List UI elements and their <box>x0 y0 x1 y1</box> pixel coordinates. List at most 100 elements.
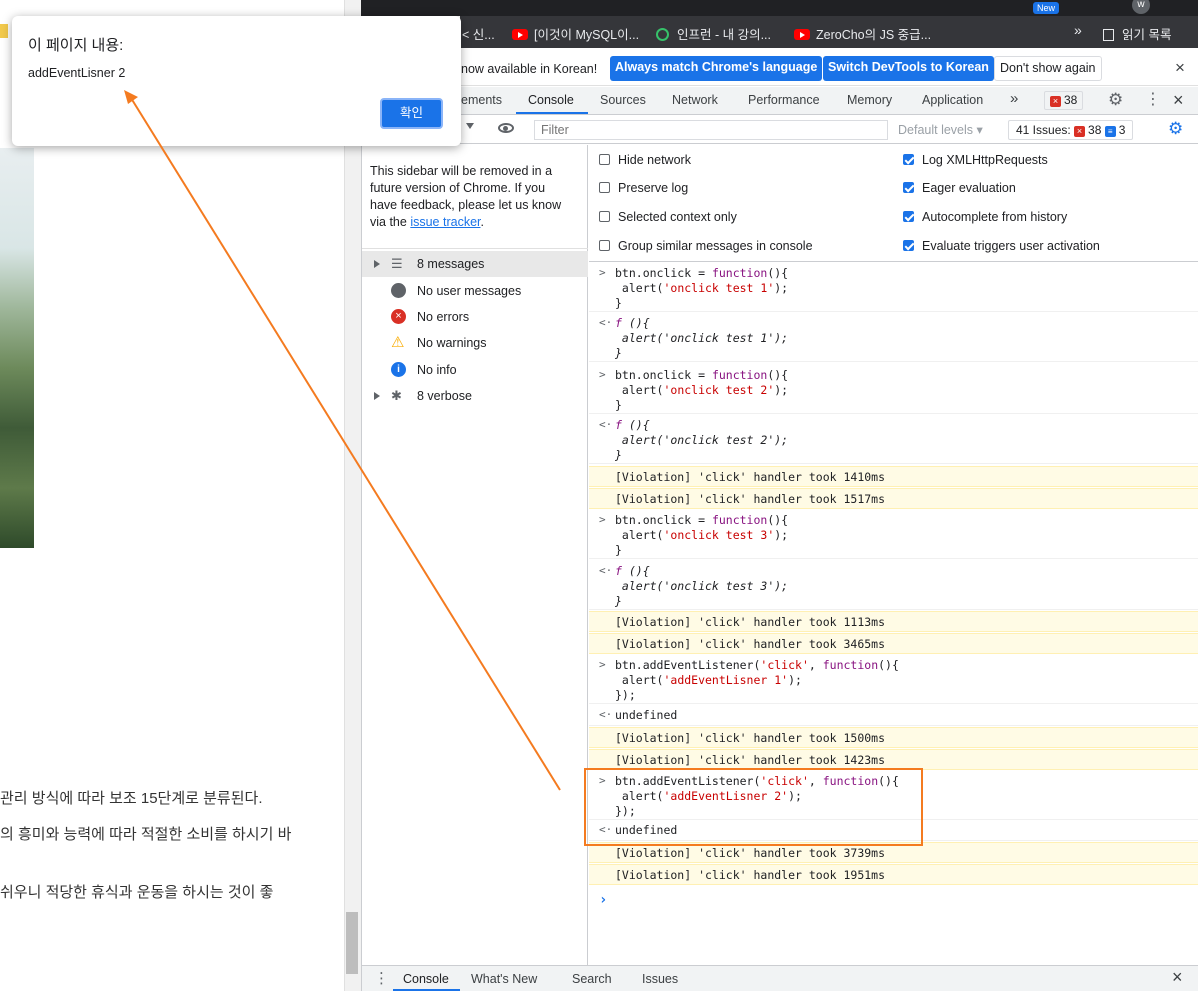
devtools-drawer-tabbar: ⋮ Console What's New Search Issues × <box>362 965 1198 991</box>
info-icon: i <box>391 362 406 377</box>
expand-arrow-icon[interactable] <box>374 392 380 400</box>
console-prompt-input[interactable]: › <box>599 892 607 908</box>
console-toolbar: Default levels ▾ 41 Issues: ×38 ≡3 ⚙ <box>362 116 1198 144</box>
group-similar-checkbox[interactable]: Group similar messages in console <box>599 239 813 253</box>
console-code[interactable]: btn.addEventListener('click', function()… <box>615 774 899 819</box>
bookmark-item[interactable]: [이것이 MySQL이... <box>512 24 639 43</box>
drawer-close-icon[interactable]: × <box>1172 967 1183 988</box>
article-image <box>0 148 34 548</box>
console-result[interactable]: f (){ alert('onclick test 3'); } <box>615 564 788 609</box>
selected-context-checkbox[interactable]: Selected context only <box>599 210 737 224</box>
left-bookmark-folder-icon <box>0 24 8 38</box>
context-dropdown-icon[interactable] <box>466 123 474 129</box>
bookmark-item[interactable]: 인프런 - 내 강의... <box>656 24 771 43</box>
close-devtools-icon[interactable]: × <box>1173 90 1184 110</box>
article-text-line: 관리 방식에 따라 보조 15단계로 분류된다. <box>0 790 263 807</box>
always-match-language-button[interactable]: Always match Chrome's language <box>610 56 823 81</box>
error-counter-button[interactable]: × 38 <box>1044 91 1084 110</box>
sidebar-item-errors[interactable]: × No errors <box>362 304 588 330</box>
infobar-close-icon[interactable]: × <box>1175 58 1185 78</box>
drawer-tab-search[interactable]: Search <box>572 972 612 986</box>
evaluate-triggers-checkbox[interactable]: Evaluate triggers user activation <box>903 239 1100 253</box>
alert-ok-button[interactable]: 확인 <box>380 98 443 129</box>
settings-gear-icon[interactable]: ⚙ <box>1108 91 1123 109</box>
dont-show-again-button[interactable]: Don't show again <box>994 56 1102 81</box>
switch-devtools-korean-button[interactable]: Switch DevTools to Korean <box>823 56 994 81</box>
page-scrollbar[interactable] <box>344 0 361 991</box>
expand-arrow-icon[interactable] <box>374 260 380 268</box>
checkbox-icon <box>599 240 610 251</box>
console-result-entry: <· f (){ alert('onclick test 2'); } <box>589 416 1198 464</box>
info-message-icon: ≡ <box>1104 126 1116 137</box>
console-settings-pane: Hide network Preserve log Selected conte… <box>589 145 1198 262</box>
language-infobar: now available in Korean! Always match Ch… <box>362 48 1198 86</box>
drawer-tab-console[interactable]: Console <box>403 972 449 986</box>
console-code[interactable]: btn.addEventListener('click', function()… <box>615 658 899 703</box>
drawer-tab-whats-new[interactable]: What's New <box>471 972 537 986</box>
violation-message: [Violation] 'click' handler took 3465ms <box>589 633 1198 654</box>
sidebar-item-warnings[interactable]: ⚠ No warnings <box>362 330 588 356</box>
checkbox-checked-icon <box>903 211 914 222</box>
alert-title: 이 페이지 내용: <box>28 37 124 54</box>
drawer-menu-icon[interactable]: ⋮ <box>374 969 389 987</box>
log-levels-dropdown[interactable]: Default levels ▾ <box>898 122 983 137</box>
sidebar-filter-list: ☰ 8 messages No user messages × No error… <box>362 248 588 403</box>
tab-network[interactable]: Network <box>672 93 718 107</box>
reading-list-button[interactable]: 읽기 목록 <box>1103 24 1171 43</box>
tab-console[interactable]: Console <box>528 93 574 107</box>
bookmarks-bar: < 신... [이것이 MySQL이... 인프런 - 내 강의... Zero… <box>460 16 1198 48</box>
console-result-entry: <· f (){ alert('onclick test 3'); } <box>589 562 1198 610</box>
tab-performance[interactable]: Performance <box>748 93 820 107</box>
console-sidebar: This sidebar will be removed in a future… <box>362 145 588 965</box>
console-code[interactable]: btn.onclick = function(){ alert('onclick… <box>615 266 788 311</box>
more-bookmarks-button[interactable]: » <box>1074 22 1082 38</box>
violation-message: [Violation] 'click' handler took 1500ms <box>589 727 1198 748</box>
more-tabs-button[interactable]: » <box>1010 90 1018 107</box>
drawer-tab-issues[interactable]: Issues <box>642 972 678 986</box>
input-chevron-icon: > <box>599 266 606 279</box>
tab-application[interactable]: Application <box>922 93 983 107</box>
error-icon: × <box>391 309 406 324</box>
console-settings-gear-icon[interactable]: ⚙ <box>1168 119 1183 139</box>
tab-sources[interactable]: Sources <box>600 93 646 107</box>
bookmark-item[interactable]: ZeroCho의 JS 중급... <box>794 24 931 43</box>
sidebar-item-user-messages[interactable]: No user messages <box>362 278 588 304</box>
article-text-line: 쉬우니 적당한 휴식과 운동을 하시는 것이 좋 <box>0 884 274 901</box>
sidebar-item-messages[interactable]: ☰ 8 messages <box>362 251 588 277</box>
preserve-log-checkbox[interactable]: Preserve log <box>599 181 688 195</box>
sidebar-item-verbose[interactable]: ✱ 8 verbose <box>362 383 588 409</box>
checkbox-checked-icon <box>903 154 914 165</box>
tab-memory[interactable]: Memory <box>847 93 892 107</box>
checkbox-checked-icon <box>903 240 914 251</box>
profile-avatar[interactable]: w <box>1132 0 1150 14</box>
inflearn-icon <box>656 28 669 41</box>
issues-counter-button[interactable]: 41 Issues: × 38 ≡ 3 <box>1008 120 1134 140</box>
autocomplete-checkbox[interactable]: Autocomplete from history <box>903 210 1067 224</box>
console-code[interactable]: btn.onclick = function(){ alert('onclick… <box>615 513 788 558</box>
eager-evaluation-checkbox[interactable]: Eager evaluation <box>903 181 1016 195</box>
console-input-entry: > btn.onclick = function(){ alert('oncli… <box>589 366 1198 414</box>
reading-list-icon <box>1103 29 1114 41</box>
tab-elements[interactable]: ements <box>461 93 502 107</box>
output-chevron-icon: <· <box>599 418 613 431</box>
user-icon <box>391 283 406 298</box>
warning-icon: ⚠ <box>391 334 405 351</box>
hide-network-checkbox[interactable]: Hide network <box>599 153 691 167</box>
console-filter-input[interactable] <box>534 120 888 140</box>
bookmark-item[interactable]: < 신... <box>462 24 495 43</box>
devtools-panel: now available in Korean! Always match Ch… <box>361 48 1198 991</box>
more-options-icon[interactable]: ⋮ <box>1145 91 1161 109</box>
console-input-entry: > btn.onclick = function(){ alert('oncli… <box>589 511 1198 559</box>
console-result-entry: <· f (){ alert('onclick test 1'); } <box>589 314 1198 362</box>
console-code[interactable]: btn.onclick = function(){ alert('onclick… <box>615 368 788 413</box>
console-result-entry: <· undefined <box>589 821 1198 841</box>
issue-tracker-link[interactable]: issue tracker <box>410 215 480 229</box>
log-xhr-checkbox[interactable]: Log XMLHttpRequests <box>903 153 1048 167</box>
checkbox-icon <box>599 154 610 165</box>
console-input-entry: > btn.addEventListener('click', function… <box>589 656 1198 704</box>
console-result[interactable]: f (){ alert('onclick test 1'); } <box>615 316 788 361</box>
page-scrollbar-thumb[interactable] <box>346 912 358 974</box>
sidebar-item-info[interactable]: i No info <box>362 357 588 383</box>
console-result[interactable]: f (){ alert('onclick test 2'); } <box>615 418 788 463</box>
eye-icon[interactable] <box>498 123 514 133</box>
